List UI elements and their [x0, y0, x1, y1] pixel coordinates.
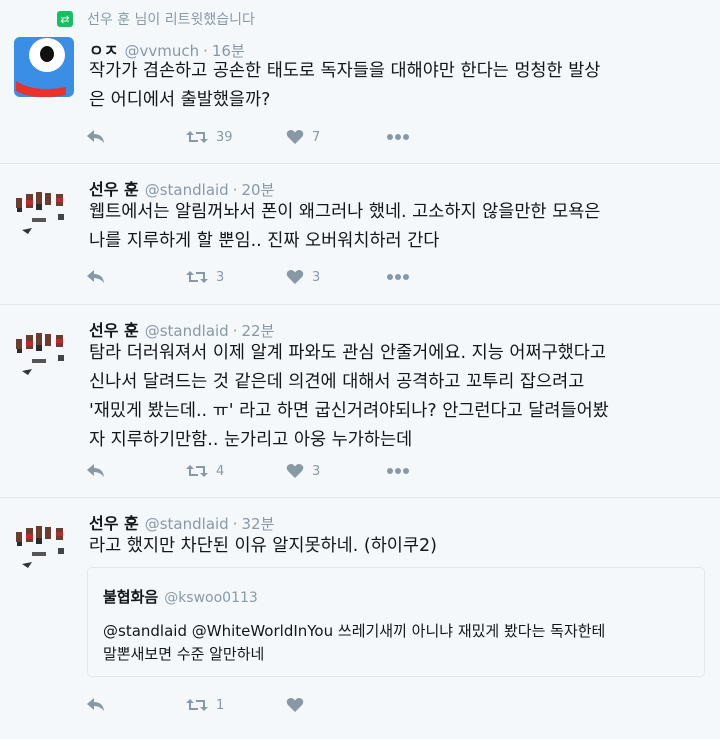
more-icon	[387, 134, 409, 140]
tweet[interactable]: ⇄ 선우 훈 님이 리트윗했습니다 ㅇㅈ @vvmuch · 16분 작가가 겸…	[0, 0, 720, 164]
reply-button[interactable]	[86, 129, 186, 145]
tweet-actions: 39 7	[86, 127, 486, 147]
tweet[interactable]: 선우 훈 @standlaid · 32분 라고 했지만 차단된 이유 알지못하…	[0, 498, 720, 739]
tweet-actions: 3 3	[86, 267, 486, 287]
more-button[interactable]	[386, 467, 486, 475]
separator: ·	[232, 181, 238, 199]
retweet-count: 4	[216, 463, 225, 479]
tweet[interactable]: 선우 훈 @standlaid · 22분 탐라 더러워져서 이제 알계 파와도…	[0, 305, 720, 498]
tweet-header: 선우 훈 @standlaid · 22분	[89, 317, 274, 340]
tweet-text-line: 라고 했지만 차단된 이유 알지못하네. (하이쿠2)	[89, 536, 437, 556]
tweet-text-line: 자 지루하기만함.. 눈가리고 아웅 누가하는데	[89, 430, 413, 450]
author-handle[interactable]: @standlaid	[145, 515, 229, 533]
avatar[interactable]	[14, 512, 74, 572]
quoted-tweet-header: 불협화음 @kswoo0113	[103, 586, 258, 607]
author-handle[interactable]: @standlaid	[145, 181, 229, 199]
like-button[interactable]: 7	[286, 129, 386, 145]
reply-button[interactable]	[86, 269, 186, 285]
tweet-text-line: 작가가 겸손하고 공손한 태도로 독자들을 대해야만 한다는 멍청한 발상	[89, 61, 601, 81]
author-handle[interactable]: @standlaid	[145, 322, 229, 340]
retweet-icon: ⇄	[57, 11, 73, 27]
like-count: 3	[312, 269, 321, 285]
tweet-actions: 4 3	[86, 461, 486, 481]
reply-icon	[87, 270, 104, 283]
timestamp[interactable]: 32분	[241, 513, 274, 534]
retweet-banner: ⇄ 선우 훈 님이 리트윗했습니다	[57, 10, 255, 28]
heart-icon	[286, 270, 304, 284]
quoted-tweet[interactable]: 불협화음 @kswoo0113 @standlaid @WhiteWorldIn…	[87, 567, 705, 677]
tweet-header: ㅇㅈ @vvmuch · 16분	[89, 37, 245, 60]
separator: ·	[232, 322, 238, 340]
author-name[interactable]: 선우 훈	[89, 176, 139, 200]
retweet-icon	[186, 271, 208, 283]
more-icon	[387, 468, 409, 474]
reply-button[interactable]	[86, 463, 186, 479]
tweet-text-line: 나를 지루하게 할 뿐임.. 진짜 오버워치하러 간다	[89, 231, 440, 251]
quoted-text-line: 말뽄새보면 수준 알만하네	[103, 645, 265, 663]
retweet-count: 1	[216, 697, 225, 713]
reply-icon	[87, 698, 104, 711]
reply-icon	[87, 464, 104, 477]
heart-icon	[286, 130, 304, 144]
retweet-icon	[186, 699, 208, 711]
tweet-text-line: 탐라 더러워져서 이제 알계 파와도 관심 안줄거에요. 지능 어쩌구했다고	[89, 343, 606, 363]
retweet-count: 3	[216, 269, 225, 285]
avatar[interactable]	[14, 319, 74, 379]
quoted-tweet-text: @standlaid @WhiteWorldInYou 쓰레기새끼 아니냐 재밌…	[103, 620, 605, 666]
like-button[interactable]	[286, 697, 386, 713]
tweet-text-line: 신나서 달려드는 것 같은데 의견에 대해서 공격하고 꼬투리 잡으려고	[89, 372, 585, 392]
retweet-button[interactable]: 39	[186, 129, 286, 145]
tweet-text: 웹트에서는 알림꺼놔서 폰이 왜그러나 했네. 고소하지 않을만한 모욕은 나를…	[89, 198, 709, 256]
more-icon	[387, 274, 409, 280]
tweet-header: 선우 훈 @standlaid · 20분	[89, 176, 274, 199]
tweet[interactable]: 선우 훈 @standlaid · 20분 웹트에서는 알림꺼놔서 폰이 왜그러…	[0, 164, 720, 305]
like-count: 7	[312, 129, 321, 145]
heart-icon	[286, 698, 304, 712]
tweet-header: 선우 훈 @standlaid · 32분	[89, 510, 274, 533]
like-button[interactable]: 3	[286, 269, 386, 285]
retweet-button[interactable]: 4	[186, 463, 286, 479]
like-count: 3	[312, 463, 321, 479]
author-name[interactable]: 선우 훈	[89, 317, 139, 341]
tweet-text-line: 웹트에서는 알림꺼놔서 폰이 왜그러나 했네. 고소하지 않을만한 모욕은	[89, 202, 601, 222]
tweet-text: 작가가 겸손하고 공손한 태도로 독자들을 대해야만 한다는 멍청한 발상 은 …	[89, 57, 709, 115]
like-button[interactable]: 3	[286, 463, 386, 479]
quoted-author-handle: @kswoo0113	[164, 590, 258, 606]
tweet-text-line: 은 어디에서 출발했을까?	[89, 90, 271, 110]
timestamp[interactable]: 22분	[241, 320, 274, 341]
tweet-actions: 1	[86, 695, 386, 715]
tweet-text: 탐라 더러워져서 이제 알계 파와도 관심 안줄거에요. 지능 어쩌구했다고 신…	[89, 339, 709, 455]
retweet-banner-text: 선우 훈 님이 리트윗했습니다	[87, 12, 255, 28]
retweet-count: 39	[216, 129, 233, 145]
quoted-text-line: @standlaid @WhiteWorldInYou 쓰레기새끼 아니냐 재밌…	[103, 622, 606, 640]
timeline: ⇄ 선우 훈 님이 리트윗했습니다 ㅇㅈ @vvmuch · 16분 작가가 겸…	[0, 0, 720, 739]
retweet-icon	[186, 131, 208, 143]
retweet-icon	[186, 465, 208, 477]
quoted-author-name: 불협화음	[103, 588, 159, 606]
more-button[interactable]	[386, 133, 486, 141]
reply-button[interactable]	[86, 697, 186, 713]
reply-icon	[87, 130, 104, 143]
tweet-text: 라고 했지만 차단된 이유 알지못하네. (하이쿠2)	[89, 532, 709, 561]
more-button[interactable]	[386, 273, 486, 281]
timestamp[interactable]: 20분	[241, 179, 274, 200]
separator: ·	[232, 515, 238, 533]
tweet-text-line: '재밌게 봤는데.. ㅠ' 라고 하면 굽신거려야되나? 안그런다고 달려들어봤	[89, 401, 609, 421]
retweet-button[interactable]: 3	[186, 269, 286, 285]
avatar[interactable]	[14, 178, 74, 238]
author-name[interactable]: 선우 훈	[89, 510, 139, 534]
retweet-button[interactable]: 1	[186, 697, 286, 713]
avatar[interactable]	[14, 37, 74, 97]
heart-icon	[286, 464, 304, 478]
